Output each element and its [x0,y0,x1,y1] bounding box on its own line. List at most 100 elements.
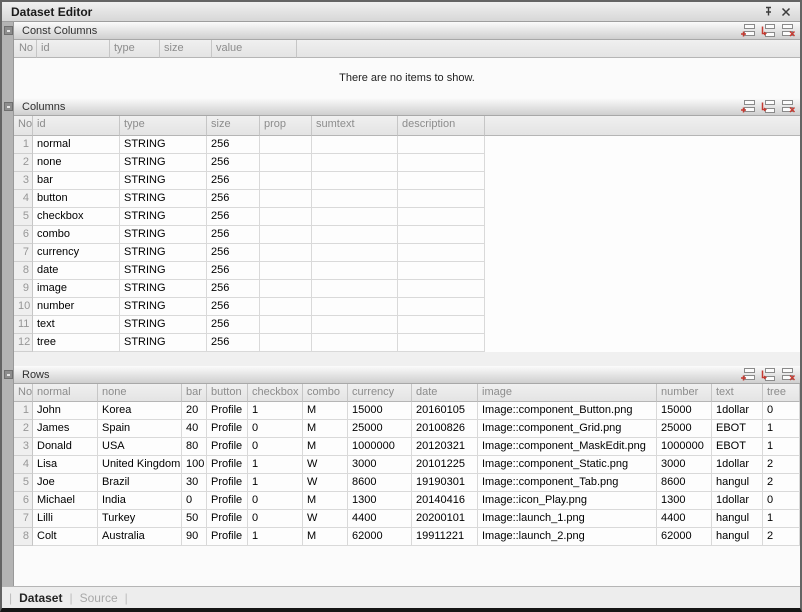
cell-id[interactable]: image [33,280,120,298]
cell-size[interactable]: 256 [207,244,260,262]
row-number[interactable]: 5 [14,208,33,226]
cell-size[interactable]: 256 [207,154,260,172]
cell-id[interactable]: combo [33,226,120,244]
cell-number[interactable]: 1000000 [657,438,712,456]
column-header-currency[interactable]: currency [348,384,412,402]
cell-sumtext[interactable] [312,280,398,298]
cell-tree[interactable]: 2 [763,456,800,474]
add-row-button[interactable] [739,367,756,382]
cell-description[interactable] [398,208,485,226]
cell-description[interactable] [398,244,485,262]
cell-tree[interactable]: 1 [763,510,800,528]
column-header-description[interactable]: description [398,116,485,136]
cell-button[interactable]: Profile [207,528,248,546]
cell-checkbox[interactable]: 1 [248,456,303,474]
row-number[interactable]: 8 [14,528,33,546]
cell-size[interactable]: 256 [207,280,260,298]
cell-id[interactable]: tree [33,334,120,352]
collapse-section-icon[interactable] [4,26,13,35]
cell-prop[interactable] [260,244,312,262]
column-header-button[interactable]: button [207,384,248,402]
cell-date[interactable]: 20120321 [412,438,478,456]
cell-currency[interactable]: 4400 [348,510,412,528]
cell-currency[interactable]: 1300 [348,492,412,510]
row-number[interactable]: 4 [14,190,33,208]
cell-tree[interactable]: 2 [763,528,800,546]
cell-id[interactable]: number [33,298,120,316]
cell-sumtext[interactable] [312,316,398,334]
cell-currency[interactable]: 62000 [348,528,412,546]
insert-row-button[interactable] [759,23,776,38]
column-header-type[interactable]: type [110,40,160,58]
row-number[interactable]: 4 [14,456,33,474]
cell-bar[interactable]: 50 [182,510,207,528]
row-number[interactable]: 7 [14,244,33,262]
cell-date[interactable]: 19190301 [412,474,478,492]
cell-sumtext[interactable] [312,244,398,262]
pin-button[interactable] [760,4,776,20]
row-number[interactable]: 11 [14,316,33,334]
cell-sumtext[interactable] [312,208,398,226]
cell-bar[interactable]: 90 [182,528,207,546]
cell-currency[interactable]: 15000 [348,402,412,420]
cell-description[interactable] [398,190,485,208]
tab-source[interactable]: Source [80,591,118,605]
cell-description[interactable] [398,334,485,352]
cell-currency[interactable]: 25000 [348,420,412,438]
cell-size[interactable]: 256 [207,226,260,244]
add-row-button[interactable] [739,23,756,38]
row-number[interactable]: 7 [14,510,33,528]
cell-sumtext[interactable] [312,190,398,208]
cell-type[interactable]: STRING [120,316,207,334]
cell-combo[interactable]: M [303,438,348,456]
cell-bar[interactable]: 80 [182,438,207,456]
cell-sumtext[interactable] [312,226,398,244]
cell-image[interactable]: Image::launch_2.png [478,528,657,546]
delete-row-button[interactable] [779,367,796,382]
cell-prop[interactable] [260,262,312,280]
cell-tree[interactable]: 1 [763,438,800,456]
row-number[interactable]: 9 [14,280,33,298]
cell-size[interactable]: 256 [207,172,260,190]
cell-type[interactable]: STRING [120,136,207,154]
cell-text[interactable]: EBOT [712,420,763,438]
cell-size[interactable]: 256 [207,208,260,226]
cell-type[interactable]: STRING [120,280,207,298]
cell-image[interactable]: Image::launch_1.png [478,510,657,528]
cell-checkbox[interactable]: 0 [248,420,303,438]
cell-size[interactable]: 256 [207,316,260,334]
cell-description[interactable] [398,136,485,154]
cell-none[interactable]: Australia [98,528,182,546]
cell-date[interactable]: 20140416 [412,492,478,510]
cell-prop[interactable] [260,172,312,190]
cell-normal[interactable]: Donald [33,438,98,456]
cell-description[interactable] [398,172,485,190]
cell-checkbox[interactable]: 1 [248,402,303,420]
cell-none[interactable]: USA [98,438,182,456]
cell-text[interactable]: 1dollar [712,402,763,420]
cell-image[interactable]: Image::component_Static.png [478,456,657,474]
cell-combo[interactable]: W [303,510,348,528]
column-header-No[interactable]: No [14,116,33,136]
column-header-image[interactable]: image [478,384,657,402]
cell-text[interactable]: 1dollar [712,456,763,474]
cell-size[interactable]: 256 [207,262,260,280]
cell-description[interactable] [398,154,485,172]
cell-prop[interactable] [260,154,312,172]
delete-row-button[interactable] [779,23,796,38]
column-header-type[interactable]: type [120,116,207,136]
row-number[interactable]: 1 [14,402,33,420]
cell-prop[interactable] [260,190,312,208]
collapse-section-icon[interactable] [4,370,13,379]
cell-combo[interactable]: M [303,420,348,438]
cell-combo[interactable]: M [303,492,348,510]
cell-prop[interactable] [260,208,312,226]
cell-button[interactable]: Profile [207,510,248,528]
cell-combo[interactable]: W [303,456,348,474]
cell-id[interactable]: bar [33,172,120,190]
column-header-No[interactable]: No [14,384,33,402]
cell-date[interactable]: 20160105 [412,402,478,420]
cell-number[interactable]: 15000 [657,402,712,420]
column-header-value[interactable]: value [212,40,297,58]
cell-sumtext[interactable] [312,334,398,352]
